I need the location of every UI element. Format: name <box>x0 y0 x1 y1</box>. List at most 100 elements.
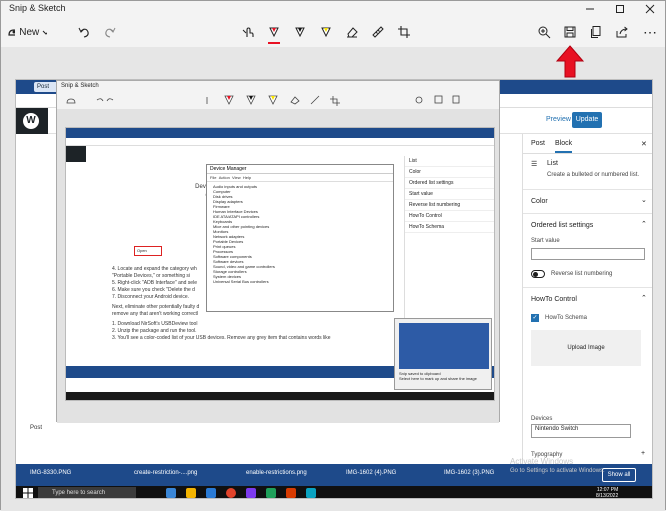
doc-list-item: 2. Unzip the package and run the tool. <box>112 328 197 334</box>
share-icon <box>616 26 628 38</box>
pen-color-indicator <box>268 42 280 44</box>
nested-screenshot: Device Manager Control panel 4. Locate a… <box>65 127 495 401</box>
highlighter-icon <box>321 27 331 38</box>
howto-control-label: HowTo Control <box>531 296 577 303</box>
activate-windows-watermark: Activate Windows <box>510 457 574 466</box>
minimize-button[interactable] <box>575 1 605 17</box>
block-name: List <box>547 160 558 167</box>
touch-writing-button[interactable] <box>237 21 259 43</box>
toast-preview <box>399 323 489 369</box>
app-icon <box>286 488 296 498</box>
nested-window-title: Snip & Sketch <box>61 83 99 89</box>
toast-text: Snip saved to clipboard Select here to m… <box>399 371 477 381</box>
color-panel: Color ⌄ <box>523 190 652 214</box>
more-icon: ⋯ <box>643 23 657 40</box>
snip-sketch-window: Snip & Sketch New ⋯ Post W Preview Updat… <box>0 0 666 511</box>
block-description: Create a bulleted or numbered list. <box>547 172 640 178</box>
howto-control-panel: HowTo Control ⌃ ✓ HowTo Schema Upload Im… <box>523 288 652 460</box>
crop-button[interactable] <box>393 21 415 43</box>
maximize-icon <box>616 5 624 13</box>
download-item: create-restriction-....png <box>134 470 198 476</box>
nested-taskbar <box>66 392 494 400</box>
chrome-icon <box>226 488 236 498</box>
devices-label: Devices <box>531 416 553 422</box>
task-view-icon <box>166 488 176 498</box>
howto-schema-checkbox[interactable]: ✓ <box>531 314 539 322</box>
close-button[interactable] <box>635 1 665 17</box>
nested-snip-window: Snip & Sketch Device 4. Locate and expan… <box>56 80 500 423</box>
ruler-icon <box>372 26 384 38</box>
device-tree: Audio inputs and outputs Computer Disk d… <box>213 184 275 284</box>
plus-icon: + <box>641 450 646 457</box>
maximize-button[interactable] <box>605 1 635 17</box>
device-manager-window: Device Manager File Action View Help Aud… <box>206 164 394 312</box>
zoom-in-button[interactable] <box>533 21 555 43</box>
captured-screenshot: Post W Preview Update Snip & Sketch Devi… <box>15 79 653 499</box>
copy-button[interactable] <box>585 21 607 43</box>
eraser-button[interactable] <box>341 21 363 43</box>
snip-toast-notification: Snip saved to clipboard Select here to m… <box>394 318 492 390</box>
more-options-button[interactable]: ⋯ <box>639 21 661 43</box>
chevron-down-icon <box>42 30 47 35</box>
toolbar: New ⋯ <box>1 17 665 47</box>
device-manager-menu: File Action View Help <box>207 174 393 182</box>
sidebar-tabs: Post Block ✕ <box>523 134 652 154</box>
close-icon: ✕ <box>641 141 647 148</box>
ballpoint-pen-icon <box>269 27 279 38</box>
doc-list-item: 3. You'll see a color-coded list of your… <box>112 335 331 341</box>
save-button[interactable] <box>559 21 581 43</box>
snip-canvas[interactable]: Post W Preview Update Snip & Sketch Devi… <box>1 47 665 511</box>
undo-icon <box>78 27 89 38</box>
taskbar-clock: 12:07 PM 8/13/2022 <box>596 487 619 499</box>
wp-admin-sidebar: W <box>16 108 48 134</box>
devices-select[interactable]: Nintendo Switch <box>531 424 631 438</box>
chevron-up-icon: ⌃ <box>641 295 647 302</box>
chevron-up-icon: ⌃ <box>641 221 647 228</box>
app-icon <box>306 488 316 498</box>
window-title: Snip & Sketch <box>9 3 66 13</box>
share-button[interactable] <box>611 21 633 43</box>
minimize-icon <box>586 8 594 10</box>
howto-schema-label: HowTo Schema <box>545 315 588 321</box>
save-icon <box>564 26 576 38</box>
start-value-input[interactable] <box>531 248 645 260</box>
file-explorer-icon <box>186 488 196 498</box>
new-snip-button[interactable]: New <box>7 21 47 43</box>
nested-tab-strip <box>66 128 494 138</box>
undo-button[interactable] <box>73 21 95 43</box>
color-panel-label: Color <box>531 198 548 205</box>
redo-icon <box>105 27 116 38</box>
mail-icon <box>206 488 216 498</box>
download-item: IMG-1602 (4).PNG <box>346 470 397 476</box>
title-bar: Snip & Sketch <box>1 1 665 17</box>
pencil-button[interactable] <box>289 21 311 43</box>
wordpress-logo-icon: W <box>23 113 39 129</box>
show-all-downloads-button: Show all <box>602 468 636 482</box>
reverse-list-toggle[interactable] <box>531 270 545 278</box>
pencil-icon <box>295 27 305 38</box>
ballpoint-pen-button[interactable] <box>263 21 285 44</box>
app-icon <box>246 488 256 498</box>
list-block-icon: ☰ <box>531 161 538 168</box>
ruler-button[interactable] <box>367 21 389 43</box>
new-snip-icon <box>8 29 16 36</box>
nested-toolbar <box>57 91 499 109</box>
redo-button[interactable] <box>99 21 121 43</box>
new-label: New <box>19 26 40 38</box>
eraser-icon <box>347 27 358 38</box>
preview-link: Preview <box>546 116 571 123</box>
doc-list-item: 1. Download NirSoft's USBDeview tool <box>112 321 198 327</box>
highlighter-button[interactable] <box>315 21 337 43</box>
download-item: enable-restrictions.png <box>246 470 307 476</box>
chevron-down-icon: ⌄ <box>641 197 647 204</box>
post-breadcrumb: Post <box>30 425 43 431</box>
download-item: IMG-8330.PNG <box>30 470 72 476</box>
app-icon <box>266 488 276 498</box>
windows-taskbar: Type here to search 12:07 PM 8/13/2022 <box>16 486 652 499</box>
block-settings-sidebar: Post Block ✕ ☰ List Create a bulleted or… <box>522 134 652 460</box>
start-value-label: Start value <box>531 238 560 244</box>
upload-image-button[interactable]: Upload Image <box>531 330 641 366</box>
copy-icon <box>591 26 601 38</box>
nested-canvas: Device Manager Control panel 4. Locate a… <box>57 109 499 423</box>
update-button: Update <box>572 112 602 128</box>
